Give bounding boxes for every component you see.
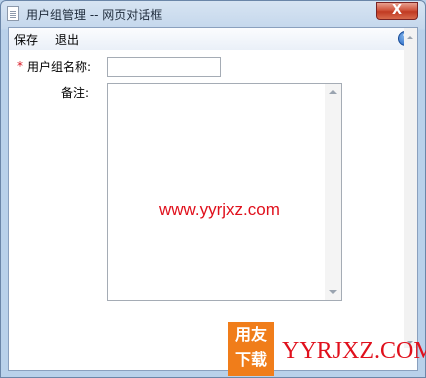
logo-badge-line-1: 用友 — [234, 325, 267, 344]
dialog-client-area: 保存 退出 ? * 用户组名称: 备注: www.yyrjxz.com — [8, 27, 418, 371]
close-button[interactable]: X — [376, 2, 418, 20]
watermark-url: www.yyrjxz.com — [159, 200, 280, 219]
remark-textarea[interactable] — [108, 84, 329, 304]
window-title: 用户组管理 -- 网页对话框 — [26, 8, 163, 22]
menu-bar: 保存 退出 ? — [9, 28, 417, 50]
page-scrollbar[interactable] — [404, 28, 417, 348]
remark-scrollbar[interactable] — [325, 84, 341, 300]
title-bar: 用户组管理 -- 网页对话框 X — [1, 1, 425, 27]
save-menu-item[interactable]: 保存 — [14, 31, 38, 48]
logo-badge-line-2: 下载 — [234, 350, 267, 369]
scroll-up-arrow-icon[interactable] — [329, 90, 337, 94]
exit-menu-item[interactable]: 退出 — [55, 31, 79, 48]
required-marker: * — [17, 59, 23, 73]
group-name-input[interactable] — [107, 57, 221, 77]
remark-field[interactable] — [107, 83, 342, 304]
remark-label: 备注: — [61, 86, 90, 100]
group-name-label: 用户组名称: — [27, 60, 92, 74]
watermark-logo: 用友 下载 YYRJXZ.COM — [228, 322, 426, 378]
scroll-down-arrow-icon[interactable] — [329, 290, 337, 294]
page-scroll-up-icon[interactable] — [407, 36, 413, 39]
logo-text: YYRJXZ.COM — [282, 338, 426, 364]
logo-badge: 用友 下载 — [228, 322, 274, 376]
document-icon — [7, 6, 19, 21]
